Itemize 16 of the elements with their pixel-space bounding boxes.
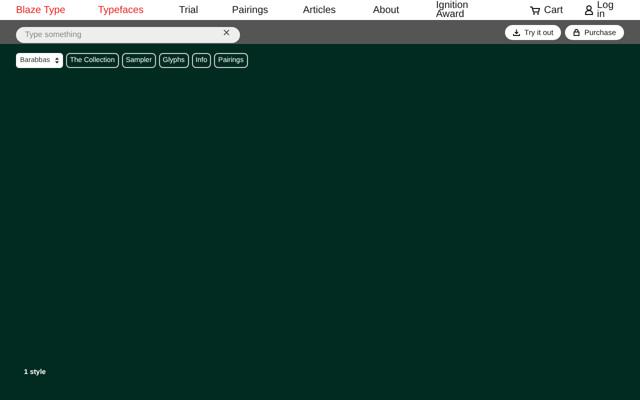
- lock-icon: [573, 28, 580, 36]
- brand-logo[interactable]: Blaze Type: [16, 4, 98, 16]
- cart-link[interactable]: Cart: [530, 6, 585, 14]
- search-field[interactable]: Type something: [16, 26, 240, 42]
- download-icon: [513, 28, 520, 36]
- updown-icon: [54, 57, 59, 64]
- nav-link[interactable]: Articles: [303, 6, 373, 14]
- login-link[interactable]: Log in: [585, 1, 640, 19]
- nav-link[interactable]: Trial: [179, 6, 232, 14]
- nav-link[interactable]: Ignition Award: [436, 1, 472, 19]
- user-icon: [585, 5, 593, 15]
- cart-icon: [530, 6, 540, 14]
- nav-link[interactable]: Typefaces: [98, 6, 179, 14]
- nav-link[interactable]: About: [373, 6, 436, 14]
- close-icon[interactable]: [223, 28, 230, 36]
- nav-link[interactable]: Pairings: [232, 6, 303, 14]
